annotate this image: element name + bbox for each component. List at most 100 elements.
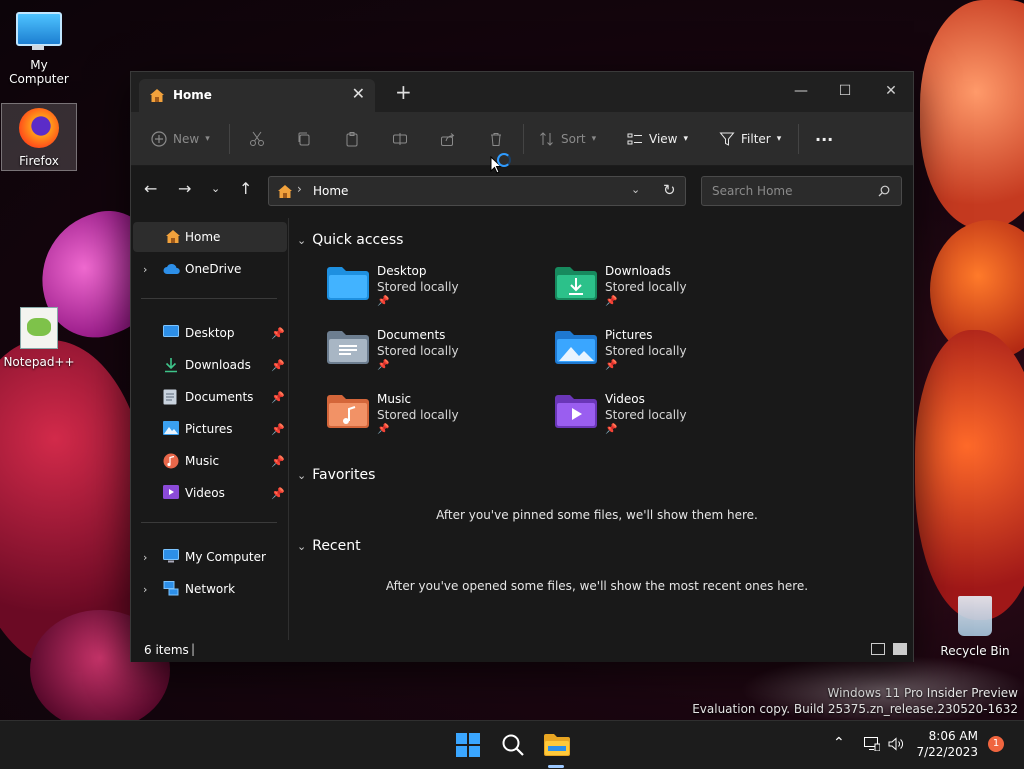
desktop-icon-firefox[interactable]: Firefox	[1, 103, 77, 171]
home-icon	[166, 230, 180, 243]
pictures-icon	[163, 421, 179, 435]
sidebar-item-label: Videos	[185, 486, 225, 500]
busy-spinner-icon	[497, 153, 511, 167]
section-title: Favorites	[312, 467, 376, 483]
rename-button[interactable]	[392, 129, 408, 149]
computer-icon	[163, 549, 179, 563]
sidebar-item-documents[interactable]: Documents 📌	[131, 382, 285, 412]
address-bar[interactable]: › Home ⌄ ↻	[268, 176, 686, 206]
minimize-button[interactable]: —	[779, 78, 823, 104]
pin-icon: 📌	[605, 296, 618, 307]
pin-icon: 📌	[271, 326, 285, 340]
new-button[interactable]: New ▾	[151, 129, 210, 149]
up-arrow-icon[interactable]: ↑	[239, 179, 252, 198]
recent-header[interactable]: ⌄ Recent	[297, 538, 361, 554]
item-status: Stored locally	[605, 280, 687, 294]
watermark-edition: Windows 11 Pro Insider Preview	[827, 686, 1018, 700]
maximize-button[interactable]: ☐	[823, 78, 867, 104]
file-explorer-taskbar-icon[interactable]	[544, 733, 570, 757]
videos-folder-icon	[555, 395, 597, 428]
forward-arrow-icon[interactable]: →	[178, 179, 191, 198]
home-icon	[150, 89, 164, 102]
desktop-icon-notepad[interactable]: Notepad++	[1, 305, 77, 369]
sidebar-item-label: Documents	[185, 390, 254, 404]
sidebar-item-music[interactable]: Music 📌	[131, 446, 285, 476]
expand-chevron-icon[interactable]: ›	[143, 583, 147, 596]
file-explorer-window: Home ✕ + — ☐ ✕ New ▾ Sort ▾ View ▾ Filte…	[130, 71, 914, 662]
home-content: ⌄ Quick access Desktop Stored locally 📌 …	[289, 218, 913, 640]
recycle-bin-icon	[958, 596, 992, 636]
documents-folder-icon	[327, 331, 369, 364]
details-view-button[interactable]	[871, 643, 885, 655]
section-title: Recent	[312, 538, 361, 554]
paste-button[interactable]	[344, 129, 360, 149]
network-status-icon[interactable]	[864, 737, 880, 751]
cut-button[interactable]	[249, 129, 265, 149]
search-box[interactable]	[701, 176, 902, 206]
show-hidden-icons-chevron-icon[interactable]: ⌃	[833, 735, 845, 751]
refresh-icon[interactable]: ↻	[663, 181, 676, 199]
sidebar-item-network[interactable]: › Network	[131, 574, 285, 604]
copy-button[interactable]	[296, 129, 312, 149]
share-button[interactable]	[440, 129, 456, 149]
clipboard-icon	[346, 132, 358, 147]
view-button[interactable]: View ▾	[627, 129, 688, 149]
quick-access-item-downloads[interactable]: Downloads Stored locally 📌	[555, 264, 775, 320]
filter-icon	[719, 132, 735, 146]
share-icon	[441, 133, 455, 146]
expand-chevron-icon[interactable]: ›	[143, 551, 147, 564]
sidebar-item-label: OneDrive	[185, 262, 242, 276]
delete-button[interactable]	[488, 129, 504, 149]
item-name: Documents	[377, 328, 446, 342]
sidebar-item-pictures[interactable]: Pictures 📌	[131, 414, 285, 444]
sidebar-item-my-computer[interactable]: › My Computer	[131, 542, 285, 572]
address-path[interactable]: Home	[313, 184, 348, 198]
downloads-folder-icon	[555, 267, 597, 300]
notification-badge[interactable]: 1	[988, 736, 1004, 752]
sidebar-item-onedrive[interactable]: › OneDrive	[131, 254, 285, 284]
quick-access-header[interactable]: ⌄ Quick access	[297, 232, 403, 248]
wallpaper-shape	[915, 330, 1024, 620]
chevron-down-icon[interactable]: ⌄	[631, 183, 640, 196]
pin-icon: 📌	[271, 486, 285, 500]
system-clock[interactable]: 8:06 AM 7/22/2023	[916, 728, 978, 760]
desktop-icon-label: My Computer	[9, 58, 69, 86]
tab-home[interactable]: Home ✕	[139, 79, 375, 112]
recent-locations-chevron-icon[interactable]: ⌄	[211, 182, 220, 195]
recent-empty-message: After you've opened some files, we'll sh…	[385, 579, 809, 593]
pin-icon: 📌	[377, 424, 390, 435]
search-input[interactable]	[710, 183, 874, 199]
favorites-header[interactable]: ⌄ Favorites	[297, 467, 375, 483]
taskbar-search-icon[interactable]	[501, 733, 525, 757]
close-tab-icon[interactable]: ✕	[352, 84, 365, 103]
sidebar-item-downloads[interactable]: Downloads 📌	[131, 350, 285, 380]
desktop-icon-recycle-bin[interactable]: Recycle Bin	[938, 596, 1012, 658]
sort-button[interactable]: Sort ▾	[539, 129, 596, 149]
quick-access-item-desktop[interactable]: Desktop Stored locally 📌	[327, 264, 547, 320]
chevron-down-icon: ⌄	[297, 539, 307, 553]
expand-chevron-icon[interactable]: ›	[143, 263, 147, 276]
sidebar-item-videos[interactable]: Videos 📌	[131, 478, 285, 508]
sidebar-item-desktop[interactable]: Desktop 📌	[131, 318, 285, 348]
sidebar-item-label: Music	[185, 454, 220, 468]
quick-access-item-videos[interactable]: Videos Stored locally 📌	[555, 392, 775, 448]
close-window-button[interactable]: ✕	[869, 78, 913, 104]
start-windows-icon[interactable]	[456, 733, 480, 757]
desktop-icon-my-computer[interactable]: My Computer	[1, 8, 77, 86]
quick-access-item-music[interactable]: Music Stored locally 📌	[327, 392, 547, 448]
watermark-build: Evaluation copy. Build 25375.zn_release.…	[692, 702, 1018, 716]
filter-label: Filter	[741, 132, 771, 146]
quick-access-item-pictures[interactable]: Pictures Stored locally 📌	[555, 328, 775, 384]
quick-access-item-documents[interactable]: Documents Stored locally 📌	[327, 328, 547, 384]
sidebar-item-home[interactable]: Home	[133, 222, 287, 252]
back-arrow-icon[interactable]: ←	[144, 179, 157, 198]
toolbar-divider	[798, 124, 799, 154]
title-bar[interactable]: Home ✕ + — ☐ ✕	[131, 72, 913, 112]
search-icon[interactable]	[878, 185, 890, 197]
new-tab-plus-icon[interactable]: +	[395, 82, 412, 102]
tiles-view-button[interactable]	[893, 643, 907, 655]
volume-icon[interactable]	[888, 737, 904, 751]
filter-button[interactable]: Filter ▾	[719, 129, 781, 149]
desktop-folder-icon	[327, 267, 369, 300]
more-options-button[interactable]: ···	[815, 129, 833, 149]
